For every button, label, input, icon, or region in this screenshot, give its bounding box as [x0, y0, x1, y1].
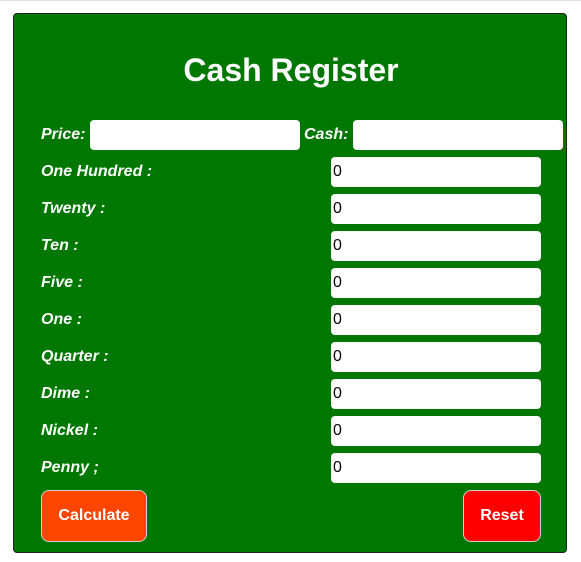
page-title: Cash Register — [183, 52, 399, 88]
denomination-label-twenty: Twenty : — [41, 200, 106, 217]
denomination-input-twenty[interactable] — [331, 194, 541, 224]
denomination-input-nickel[interactable] — [331, 416, 541, 446]
price-input[interactable] — [90, 120, 300, 150]
cash-input[interactable] — [353, 120, 563, 150]
denomination-input-one-hundred[interactable] — [331, 157, 541, 187]
denomination-label-five: Five : — [41, 274, 83, 291]
denomination-label-quarter: Quarter : — [41, 348, 109, 365]
denomination-label-ten: Ten : — [41, 237, 79, 254]
denomination-input-one[interactable] — [331, 305, 541, 335]
top-divider — [0, 0, 581, 1]
denomination-label-dime: Dime : — [41, 385, 90, 402]
calculate-button[interactable]: Calculate — [41, 490, 147, 542]
denomination-input-penny[interactable] — [331, 453, 541, 483]
denomination-input-dime[interactable] — [331, 379, 541, 409]
cash-register-panel: Cash Register Price: Cash: One Hundred :… — [13, 13, 567, 553]
denomination-label-nickel: Nickel : — [41, 422, 98, 439]
denomination-label-one: One : — [41, 311, 82, 328]
denomination-input-ten[interactable] — [331, 231, 541, 261]
denomination-label-one-hundred: One Hundred : — [41, 163, 153, 180]
denomination-label-penny: Penny ; — [41, 459, 99, 476]
price-label: Price: — [41, 126, 86, 143]
reset-button[interactable]: Reset — [463, 490, 541, 542]
cash-label: Cash: — [304, 126, 349, 143]
denomination-input-quarter[interactable] — [331, 342, 541, 372]
denomination-input-five[interactable] — [331, 268, 541, 298]
